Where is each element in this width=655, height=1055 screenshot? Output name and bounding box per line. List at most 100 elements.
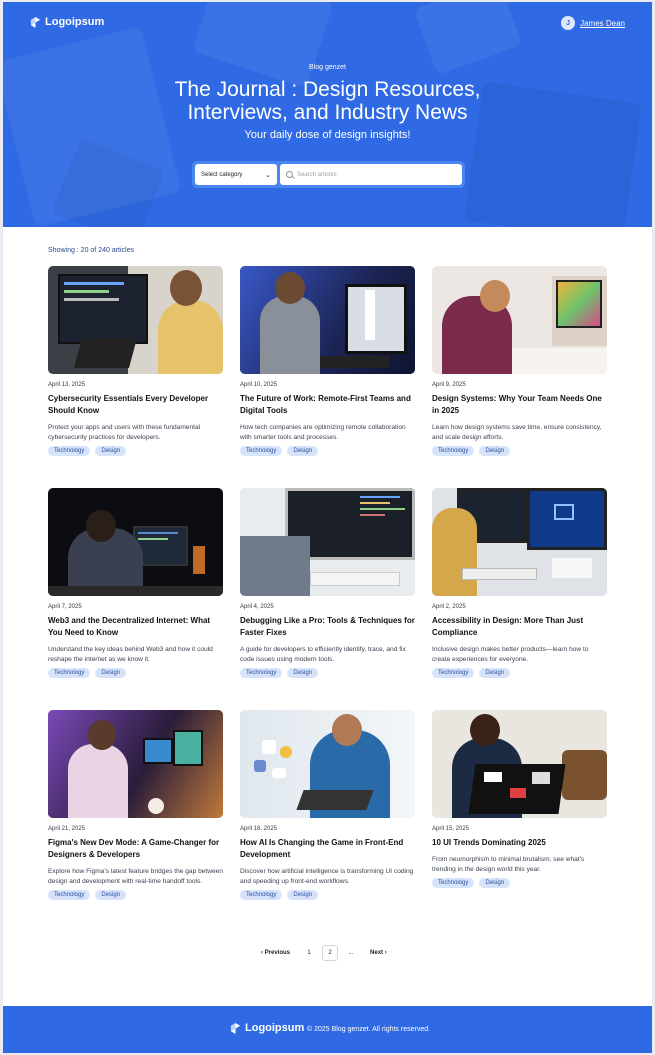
article-title[interactable]: How AI Is Changing the Game in Front-End… [240, 837, 415, 861]
article-tags: Technology Design [240, 668, 415, 678]
tag-design[interactable]: Design [95, 668, 127, 678]
hero-eyebrow: Blog genzet [309, 64, 346, 71]
article-title[interactable]: Figma's New Dev Mode: A Game-Changer for… [48, 837, 223, 861]
user-name[interactable]: James Dean [580, 19, 625, 28]
page-button-2[interactable]: 2 [322, 945, 339, 961]
page-button-1[interactable]: 1 [301, 945, 317, 961]
hero-subtitle: Your daily dose of design insights! [244, 129, 411, 141]
article-tags: Technology Design [432, 668, 607, 678]
article-card[interactable]: April 10, 2025 The Future of Work: Remot… [240, 266, 415, 456]
logo-text: Logoipsum [45, 16, 105, 28]
pagination: ‹ Previous 1 2 ... Next › [255, 945, 393, 961]
user-menu[interactable]: J James Dean [561, 16, 625, 30]
article-description: Discover how artificial intelligence is … [240, 868, 414, 885]
copyright-text: © 2025 Blog genzet. All rights reserved. [307, 1026, 431, 1033]
article-card[interactable]: April 7, 2025 Web3 and the Decentralized… [48, 488, 223, 678]
chevron-down-icon: ⌄ [265, 171, 271, 179]
pagination-ellipsis: ... [348, 950, 354, 956]
tag-design[interactable]: Design [479, 878, 511, 888]
article-date: April 4, 2025 [240, 604, 274, 610]
article-tags: Technology Design [432, 878, 607, 888]
article-title[interactable]: Debugging Like a Pro: Tools & Techniques… [240, 615, 415, 639]
article-date: April 9, 2025 [432, 382, 466, 388]
article-title[interactable]: Design Systems: Why Your Team Needs One … [432, 393, 607, 417]
article-card[interactable]: April 15, 2025 10 UI Trends Dominating 2… [432, 710, 607, 888]
hero-banner: Logoipsum J James Dean Blog genzet The J… [3, 2, 652, 227]
article-date: April 15, 2025 [432, 826, 470, 832]
article-title[interactable]: Cybersecurity Essentials Every Developer… [48, 393, 223, 417]
page-title: The Journal : Design Resources, Intervie… [3, 78, 652, 124]
article-date: April 21, 2025 [48, 826, 86, 832]
article-description: A guide for developers to efficiently id… [240, 646, 406, 663]
article-description: From neumorphism to minimal brutalism, s… [432, 856, 585, 873]
article-thumbnail[interactable] [48, 266, 223, 374]
search-icon [286, 171, 293, 178]
article-tags: Technology Design [48, 668, 223, 678]
tag-technology[interactable]: Technology [240, 446, 283, 456]
article-thumbnail[interactable] [48, 488, 223, 596]
article-tags: Technology Design [240, 446, 415, 456]
article-tags: Technology Design [48, 890, 223, 900]
article-card[interactable]: April 4, 2025 Debugging Like a Pro: Tool… [240, 488, 415, 678]
tag-design[interactable]: Design [287, 890, 319, 900]
tag-technology[interactable]: Technology [432, 446, 475, 456]
footer: Logoipsum © 2025 Blog genzet. All rights… [3, 1006, 652, 1053]
article-card[interactable]: April 2, 2025 Accessibility in Design: M… [432, 488, 607, 678]
article-date: April 18, 2025 [240, 826, 278, 832]
tag-technology[interactable]: Technology [48, 446, 91, 456]
next-label: Next [370, 950, 384, 956]
tag-design[interactable]: Design [287, 446, 319, 456]
article-tags: Technology Design [432, 446, 607, 456]
page: Logoipsum J James Dean Blog genzet The J… [3, 2, 652, 1053]
logo-mark-icon [30, 16, 41, 28]
article-thumbnail[interactable] [432, 266, 607, 374]
tag-design[interactable]: Design [95, 446, 127, 456]
article-thumbnail[interactable] [432, 710, 607, 818]
article-title[interactable]: The Future of Work: Remote-First Teams a… [240, 393, 415, 417]
tag-design[interactable]: Design [479, 446, 511, 456]
page-title-line-1: The Journal : Design Resources, [174, 78, 481, 101]
article-thumbnail[interactable] [240, 266, 415, 374]
previous-label: Previous [264, 950, 291, 956]
article-date: April 10, 2025 [240, 382, 278, 388]
article-thumbnail[interactable] [432, 488, 607, 596]
article-description: Understand the key ideas behind Web3 and… [48, 646, 213, 663]
article-tags: Technology Design [240, 890, 415, 900]
article-card[interactable]: April 18, 2025 How AI Is Changing the Ga… [240, 710, 415, 900]
article-date: April 7, 2025 [48, 604, 82, 610]
search-input[interactable]: Search articles [280, 164, 462, 185]
article-card[interactable]: April 9, 2025 Design Systems: Why Your T… [432, 266, 607, 456]
article-description: Inclusive design makes better products—l… [432, 646, 589, 663]
tag-technology[interactable]: Technology [432, 668, 475, 678]
tag-design[interactable]: Design [479, 668, 511, 678]
logo-text: Logoipsum [245, 1022, 305, 1034]
article-description: Explore how Figma's latest feature bridg… [48, 868, 223, 885]
article-description: How tech companies are optimizing remote… [240, 424, 406, 441]
footer-logo[interactable]: Logoipsum [230, 1022, 304, 1034]
category-select[interactable]: Select category ⌄ [195, 164, 277, 185]
avatar[interactable]: J [561, 16, 576, 30]
article-title[interactable]: Web3 and the Decentralized Internet: Wha… [48, 615, 223, 639]
page-title-line-2: Interviews, and Industry News [187, 101, 468, 124]
article-card[interactable]: April 13, 2025 Cybersecurity Essentials … [48, 266, 223, 456]
tag-technology[interactable]: Technology [240, 890, 283, 900]
tag-technology[interactable]: Technology [240, 668, 283, 678]
article-card[interactable]: April 21, 2025 Figma's New Dev Mode: A G… [48, 710, 223, 900]
article-thumbnail[interactable] [48, 710, 223, 818]
next-page-button[interactable]: Next › [364, 945, 393, 961]
article-tags: Technology Design [48, 446, 223, 456]
tag-technology[interactable]: Technology [432, 878, 475, 888]
article-title[interactable]: 10 UI Trends Dominating 2025 [432, 837, 607, 849]
article-title[interactable]: Accessibility in Design: More Than Just … [432, 615, 607, 639]
tag-design[interactable]: Design [287, 668, 319, 678]
article-thumbnail[interactable] [240, 488, 415, 596]
tag-technology[interactable]: Technology [48, 668, 91, 678]
article-description: Learn how design systems save time, ensu… [432, 424, 602, 441]
header-logo[interactable]: Logoipsum [30, 16, 104, 28]
hero-background-decoration [192, 2, 334, 89]
tag-design[interactable]: Design [95, 890, 127, 900]
article-thumbnail[interactable] [240, 710, 415, 818]
tag-technology[interactable]: Technology [48, 890, 91, 900]
article-date: April 2, 2025 [432, 604, 466, 610]
previous-page-button[interactable]: ‹ Previous [255, 945, 296, 961]
